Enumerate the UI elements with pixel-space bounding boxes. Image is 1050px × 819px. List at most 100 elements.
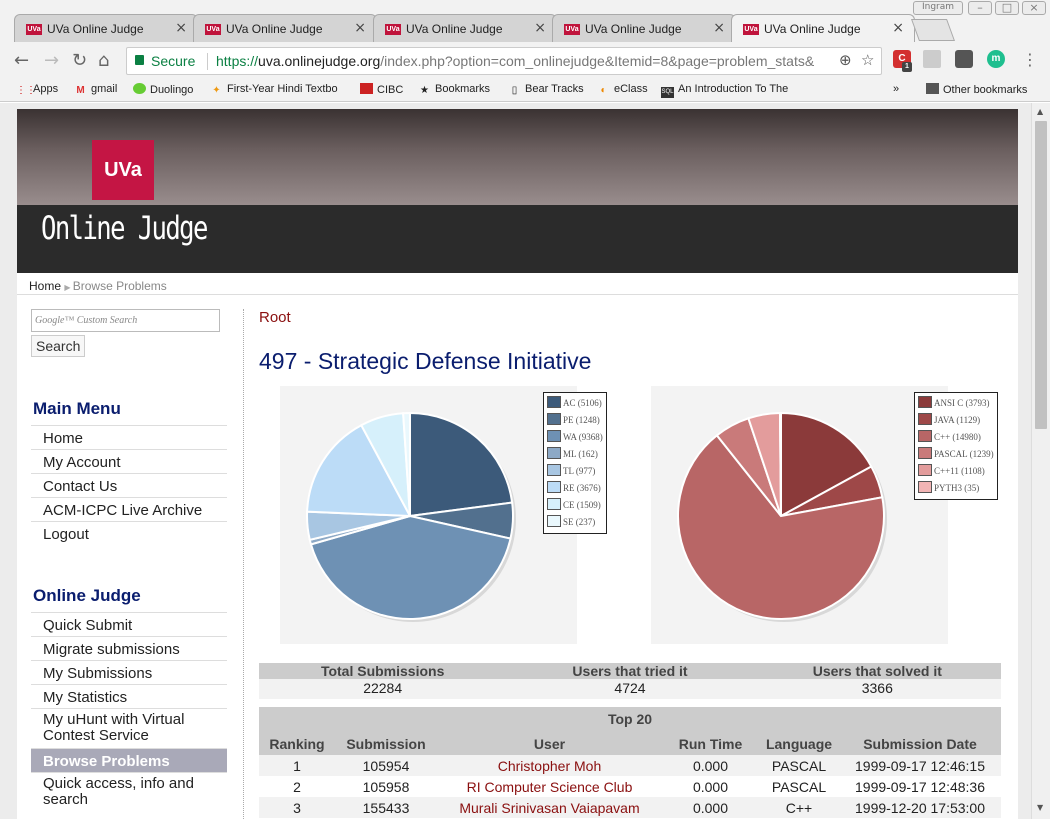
bookmark-eclass[interactable]: ◐ eClass xyxy=(597,83,648,96)
user-link[interactable]: Christopher Moh xyxy=(437,755,662,776)
menu-item-contact-us[interactable]: Contact Us xyxy=(31,473,227,497)
date-cell: 1999-09-17 12:46:15 xyxy=(839,755,1001,776)
stats-header: Users that solved it xyxy=(812,663,942,679)
back-arrow-icon[interactable]: ← xyxy=(14,50,29,71)
legend-entry: PE (1248) xyxy=(547,412,603,429)
bookmark-sql[interactable]: SQL An Introduction To The xyxy=(661,83,788,98)
menu-item-migrate[interactable]: Migrate submissions xyxy=(31,636,227,660)
column-header: Submission xyxy=(335,733,437,755)
menu-item-my-statistics[interactable]: My Statistics xyxy=(31,684,227,708)
scroll-up-icon[interactable]: ▲ xyxy=(1037,107,1043,116)
maximize-icon[interactable]: □ xyxy=(995,1,1019,15)
uva-logo[interactable]: UVa xyxy=(92,140,154,200)
rank-cell: 3 xyxy=(259,797,335,818)
close-window-icon[interactable]: × xyxy=(1022,1,1046,15)
bookmarks-overflow-button[interactable]: » xyxy=(893,83,899,95)
stats-table: Total Submissions Users that tried it Us… xyxy=(259,663,1001,699)
address-bar[interactable]: Secure https://uva.onlinejudge.org/index… xyxy=(126,47,882,75)
menu-item-live-archive[interactable]: ACM-ICPC Live Archive xyxy=(31,497,227,521)
pie-slice-ac xyxy=(409,411,514,518)
divider xyxy=(243,309,244,819)
menu-item-home[interactable]: Home xyxy=(31,425,227,449)
close-tab-icon[interactable]: × xyxy=(175,20,187,36)
bookmark-cibc[interactable]: CIBC xyxy=(360,83,403,96)
close-tab-icon[interactable]: × xyxy=(713,20,725,36)
menu-item-quick-submit[interactable]: Quick Submit xyxy=(31,612,227,636)
menu-item-my-account[interactable]: My Account xyxy=(31,449,227,473)
menu-item-quick-access[interactable]: Quick access, info and search xyxy=(31,772,227,812)
bookmark-bookmarks[interactable]: ★ Bookmarks xyxy=(418,83,490,96)
folder-icon xyxy=(926,83,939,94)
minimize-icon[interactable]: – xyxy=(968,1,992,15)
scrollbar-thumb[interactable] xyxy=(1035,121,1047,429)
legend-label: TL (977) xyxy=(563,466,596,476)
cibc-icon xyxy=(360,83,373,94)
date-cell: 1999-09-17 12:48:36 xyxy=(855,778,985,795)
bookmark-label: An Introduction To The xyxy=(678,83,789,95)
legend-label: ML (162) xyxy=(563,449,598,459)
browser-tab-active[interactable]: UVa UVa Online Judge × xyxy=(731,14,915,44)
uva-favicon-icon: UVa xyxy=(564,24,580,35)
duolingo-icon xyxy=(133,83,146,94)
bookmark-label: eClass xyxy=(614,83,648,95)
legend-swatch xyxy=(547,515,561,527)
bookmark-star-icon[interactable]: ☆ xyxy=(861,51,874,69)
bookmark-label: Bear Tracks xyxy=(525,83,584,95)
legend-entry: TL (977) xyxy=(547,463,603,480)
menu-item-logout[interactable]: Logout xyxy=(31,521,227,545)
menu-item-browse-problems[interactable]: Browse Problems xyxy=(31,748,227,772)
legend-entry: RE (3676) xyxy=(547,480,603,497)
reload-icon[interactable]: ↻ xyxy=(72,50,87,71)
breadcrumb-home[interactable]: Home xyxy=(29,279,61,293)
bookmark-bear-tracks[interactable]: ▯ Bear Tracks xyxy=(508,83,584,96)
online-judge-menu-title: Online Judge xyxy=(33,586,141,605)
close-tab-icon[interactable]: × xyxy=(354,20,366,36)
bookmark-apps[interactable]: ⋮⋮Apps xyxy=(16,83,58,96)
close-tab-icon[interactable]: × xyxy=(892,20,904,36)
bookmark-other[interactable]: Other bookmarks xyxy=(926,83,1027,96)
site-banner: UVa Online Judge xyxy=(17,109,1018,273)
tab-strip: UVa UVa Online Judge × UVa UVa Online Ju… xyxy=(0,0,1050,44)
user-link[interactable]: Murali Srinivasan Vaiapavam xyxy=(437,797,662,818)
divider xyxy=(207,53,208,70)
menu-item-my-submissions[interactable]: My Submissions xyxy=(31,660,227,684)
new-tab-button[interactable] xyxy=(910,19,956,41)
home-icon[interactable]: ⌂ xyxy=(98,50,109,71)
legend-swatch xyxy=(547,464,561,476)
uva-favicon-icon: UVa xyxy=(205,24,221,35)
menu-item-uhunt[interactable]: My uHunt with Virtual Contest Service xyxy=(31,708,227,748)
bookmark-gmail[interactable]: Mgmail xyxy=(74,83,117,96)
forward-arrow-icon[interactable]: → xyxy=(44,50,59,71)
legend-swatch xyxy=(918,413,932,425)
browser-tab-3[interactable]: UVa UVa Online Judge × xyxy=(373,14,557,44)
scroll-down-icon[interactable]: ▼ xyxy=(1037,803,1043,812)
table-row: 2 105958 RI Computer Science Club 0.000 … xyxy=(259,776,1001,797)
bookmark-duolingo[interactable]: Duolingo xyxy=(133,83,193,96)
tab-title: UVa Online Judge xyxy=(47,22,144,36)
close-tab-icon[interactable]: × xyxy=(534,20,546,36)
table-row: 3 155433 Murali Srinivasan Vaiapavam 0.0… xyxy=(259,797,1001,818)
url-text[interactable]: https://uva.onlinejudge.org/index.php?op… xyxy=(216,53,836,69)
bookmark-hindi[interactable]: ✦ First-Year Hindi Textbo xyxy=(210,83,337,96)
browser-tab-1[interactable]: UVa UVa Online Judge × xyxy=(14,14,198,44)
divider xyxy=(17,294,1018,295)
root-link[interactable]: Root xyxy=(259,309,291,326)
page-scrollbar[interactable]: ▲ ▼ xyxy=(1031,103,1050,819)
menu-kebab-icon[interactable]: ⋮ xyxy=(1022,50,1038,69)
submission-cell: 105958 xyxy=(362,778,410,795)
browser-tab-4[interactable]: UVa UVa Online Judge × xyxy=(552,14,736,44)
verdict-legend: AC (5106) PE (1248) WA (9368) ML (162) TL (9… xyxy=(543,392,607,534)
uva-favicon-icon: UVa xyxy=(26,24,42,35)
bookmark-label: Apps xyxy=(33,83,59,95)
tab-title: UVa Online Judge xyxy=(226,22,323,36)
extension-icon[interactable] xyxy=(923,50,941,68)
extension-icon[interactable] xyxy=(955,50,973,68)
search-button[interactable]: Search xyxy=(31,335,86,357)
profile-avatar[interactable]: m xyxy=(987,50,1005,68)
zoom-icon[interactable]: ⊕ xyxy=(839,51,852,69)
search-input[interactable]: Google™ Custom Search xyxy=(31,309,220,332)
runtime-cell: 0.000 xyxy=(662,797,759,818)
user-link[interactable]: RI Computer Science Club xyxy=(437,776,662,797)
bookmark-label: CIBC xyxy=(377,84,404,96)
browser-tab-2[interactable]: UVa UVa Online Judge × xyxy=(193,14,377,44)
